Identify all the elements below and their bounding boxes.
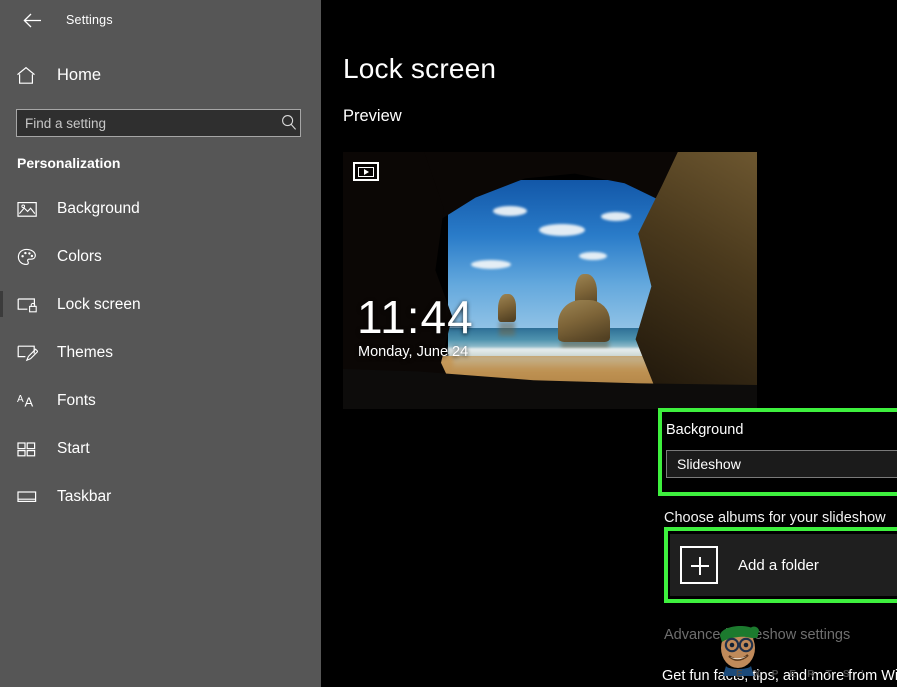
slideshow-badge-icon xyxy=(353,162,379,181)
appuals-mascot-icon xyxy=(704,614,774,676)
tiles-grid-icon xyxy=(17,438,41,460)
sidebar-item-taskbar[interactable]: Taskbar xyxy=(0,473,321,521)
selection-indicator xyxy=(0,243,3,269)
taskbar-icon xyxy=(17,486,41,508)
preview-date: Monday, June 24 xyxy=(358,344,468,360)
page-title: Lock screen xyxy=(343,53,897,85)
sidebar-item-label: Start xyxy=(57,440,90,458)
sidebar-item-themes[interactable]: Themes xyxy=(0,329,321,377)
sidebar-item-label: Lock screen xyxy=(57,296,141,314)
preview-clock: 11:44 xyxy=(357,290,474,344)
main-content: Lock screen Preview xyxy=(321,0,897,687)
selection-indicator xyxy=(0,195,3,221)
preview-heading: Preview xyxy=(343,107,897,126)
sidebar-item-label: Themes xyxy=(57,344,113,362)
sidebar-item-label: Background xyxy=(57,200,140,218)
lock-screen-preview: 11:44 Monday, June 24 xyxy=(343,152,757,409)
plus-icon xyxy=(680,546,718,584)
selection-indicator xyxy=(0,387,3,413)
sidebar-item-label: Taskbar xyxy=(57,488,111,506)
search-container xyxy=(16,109,305,137)
monitor-brush-icon xyxy=(17,342,41,364)
window-titlebar: Settings xyxy=(0,0,321,40)
app-title: Settings xyxy=(66,13,113,27)
selection-indicator xyxy=(0,435,3,461)
sidebar-section-title: Personalization xyxy=(17,155,321,171)
sidebar-item-colors[interactable]: Colors xyxy=(0,233,321,281)
monitor-lock-icon xyxy=(17,294,41,316)
font-aa-icon: A A xyxy=(17,390,41,412)
search-icon[interactable] xyxy=(281,114,297,132)
selection-indicator xyxy=(0,291,3,317)
selection-indicator xyxy=(0,483,3,509)
svg-text:A: A xyxy=(17,394,24,405)
sidebar-item-lock-screen[interactable]: Lock screen xyxy=(0,281,321,329)
search-input[interactable] xyxy=(16,109,301,137)
sidebar-item-home[interactable]: Home xyxy=(0,55,321,95)
sidebar-item-label: Fonts xyxy=(57,392,96,410)
settings-window: Settings Home Personalization xyxy=(0,0,897,687)
sidebar-item-fonts[interactable]: A A Fonts xyxy=(0,377,321,425)
albums-label: Choose albums for your slideshow xyxy=(664,510,886,526)
preview-wallpaper xyxy=(343,152,757,409)
home-icon xyxy=(16,66,42,85)
add-folder-label: Add a folder xyxy=(738,557,819,574)
add-folder-button[interactable]: Add a folder xyxy=(670,534,897,596)
svg-text:A: A xyxy=(25,395,34,410)
sidebar-item-label: Colors xyxy=(57,248,102,266)
sidebar-nav: Background Colors xyxy=(0,185,321,521)
background-dropdown[interactable]: Slideshow xyxy=(666,450,897,478)
selection-indicator xyxy=(0,339,3,365)
picture-icon xyxy=(17,198,41,220)
sidebar: Settings Home Personalization xyxy=(0,0,321,687)
sidebar-item-start[interactable]: Start xyxy=(0,425,321,473)
background-dropdown-value: Slideshow xyxy=(677,456,741,472)
back-arrow-icon[interactable] xyxy=(12,5,52,35)
sidebar-item-background[interactable]: Background xyxy=(0,185,321,233)
palette-icon xyxy=(17,246,41,268)
home-label: Home xyxy=(57,66,101,85)
watermark-text: E X P E R T S ! xyxy=(736,669,868,680)
background-field-label: Background xyxy=(666,422,743,438)
